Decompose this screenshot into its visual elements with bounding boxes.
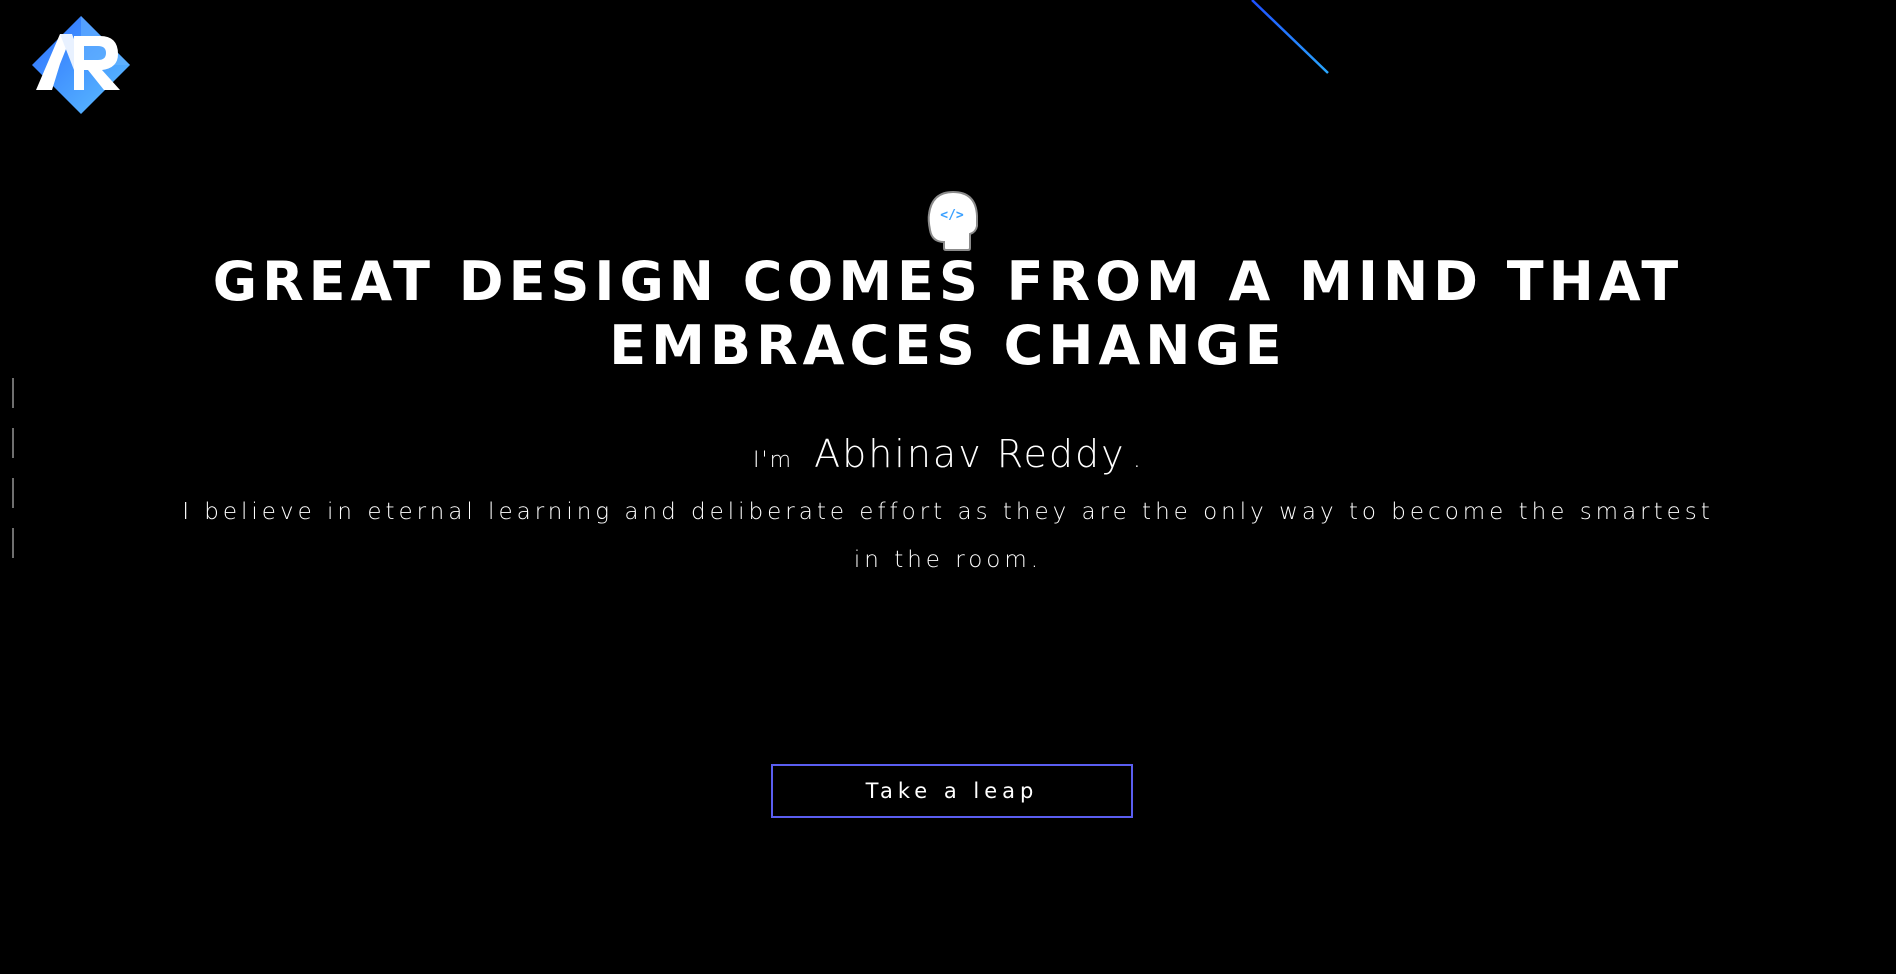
side-nav-item-2[interactable] bbox=[12, 428, 14, 458]
author-name: Abhinav Reddy bbox=[814, 432, 1126, 476]
ar-logo-icon[interactable] bbox=[30, 14, 132, 116]
intro-prefix: I'm bbox=[753, 448, 793, 473]
hero-tagline: I believe in eternal learning and delibe… bbox=[182, 499, 1714, 573]
side-nav-item-3[interactable] bbox=[12, 478, 14, 508]
svg-text:</>: </> bbox=[940, 208, 964, 223]
take-a-leap-button[interactable]: Take a leap bbox=[771, 764, 1133, 818]
hero-headline: GREAT DESIGN COMES FROM A MIND THAT EMBR… bbox=[212, 250, 1684, 377]
decorative-line bbox=[1251, 0, 1329, 74]
side-nav bbox=[12, 378, 14, 558]
head-code-icon: </> bbox=[927, 190, 978, 251]
side-nav-item-1[interactable] bbox=[12, 378, 14, 408]
side-nav-item-4[interactable] bbox=[12, 528, 14, 558]
hero-intro: I'm Abhinav Reddy . bbox=[148, 432, 1748, 476]
hero-page: </> GREAT DESIGN COMES FROM A MIND THAT … bbox=[0, 0, 1896, 974]
name-suffix: . bbox=[1132, 444, 1143, 474]
